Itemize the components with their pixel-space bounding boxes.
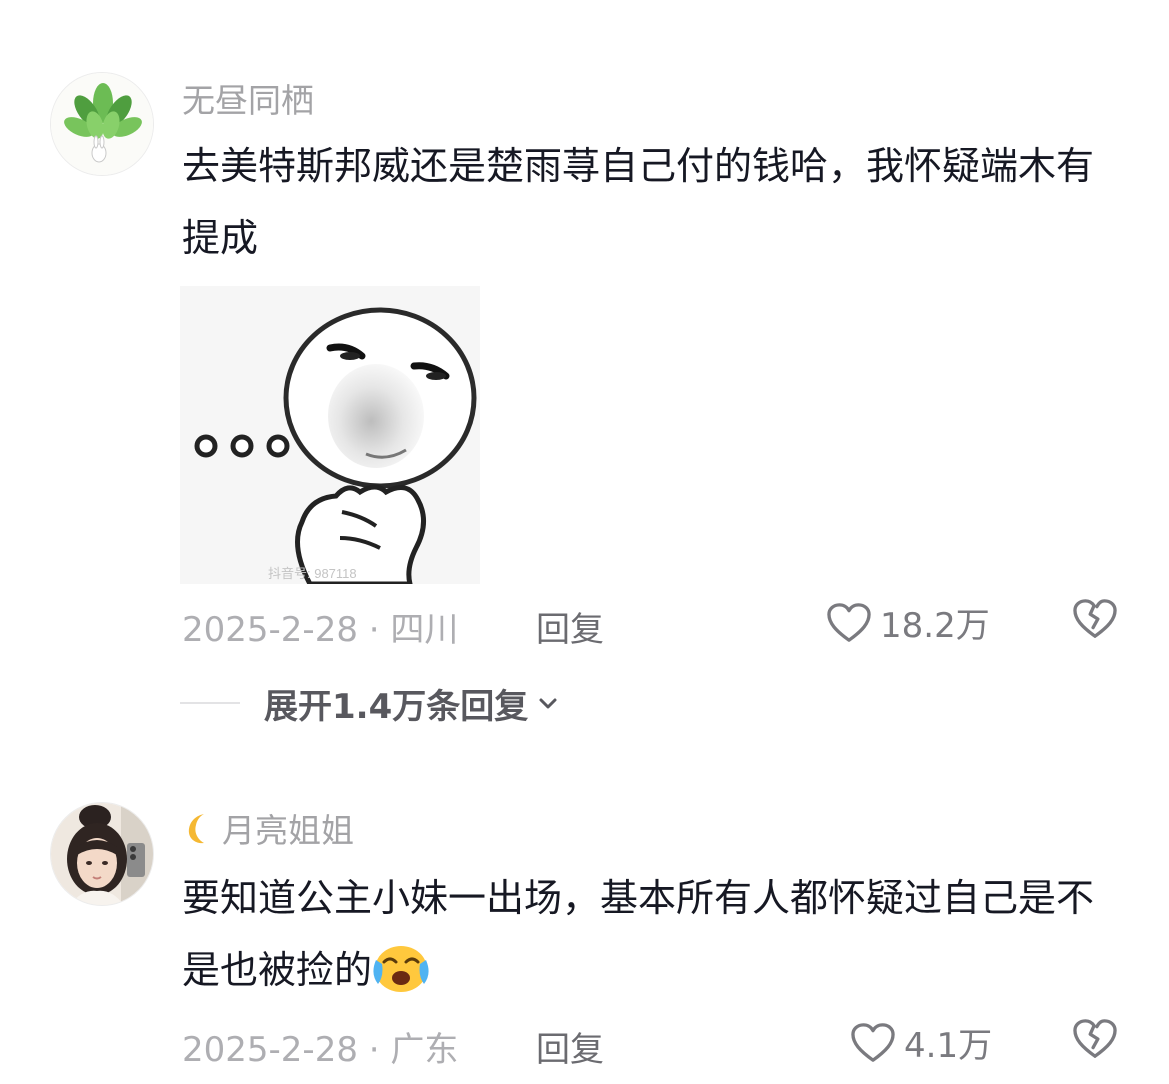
expand-replies-button[interactable]: 展开1.4万条回复 — [180, 680, 560, 727]
like-count: 4.1万 — [904, 1026, 993, 1066]
broken-heart-icon — [1073, 599, 1117, 638]
broken-heart-icon — [1073, 1019, 1117, 1058]
user-avatar[interactable] — [50, 802, 154, 906]
username[interactable]: 无昼同栖 — [182, 74, 314, 122]
comment-text: 要知道公主小妹一出场，基本所有人都怀疑过自己是不是也被捡的 — [182, 862, 1117, 1006]
like-button[interactable]: 4.1万 — [850, 1018, 992, 1067]
like-button[interactable]: 18.2万 — [826, 598, 990, 647]
comment-date-location: 2025-2-28 · 四川 — [182, 610, 459, 650]
chevron-down-icon — [539, 698, 557, 709]
reply-button[interactable]: 回复 — [536, 1022, 604, 1071]
user-avatar[interactable] — [50, 72, 154, 176]
heart-icon — [851, 1022, 895, 1062]
reply-button[interactable]: 回复 — [536, 602, 604, 651]
thinking-face-meme: 抖音号: 987118 — [180, 286, 480, 584]
like-count: 18.2万 — [880, 606, 990, 646]
comment-text: 去美特斯邦威还是楚雨荨自己付的钱哈，我怀疑端木有提成 — [182, 144, 1095, 260]
username-label: 月亮姐姐 — [222, 811, 354, 850]
comment-date-location: 2025-2-28 · 广东 — [182, 1030, 459, 1070]
expand-replies-label: 展开1.4万条回复 — [264, 686, 529, 727]
crescent-moon-icon — [188, 814, 204, 844]
dislike-button[interactable] — [1072, 1018, 1118, 1064]
heart-icon — [827, 602, 871, 642]
comment-image[interactable]: 抖音号: 987118 — [180, 286, 480, 584]
watermark-text: 抖音号: 987118 — [268, 566, 357, 581]
dislike-button[interactable] — [1072, 598, 1118, 644]
username[interactable]: 月亮姐姐 — [182, 804, 354, 852]
divider-line — [180, 702, 240, 704]
comment-text-body: 要知道公主小妹一出场，基本所有人都怀疑过自己是不是也被捡的 — [182, 876, 1095, 992]
crying-laughing-emoji-icon — [373, 945, 429, 992]
plant-avatar-image — [51, 73, 153, 175]
girl-selfie-avatar-image — [51, 803, 153, 905]
